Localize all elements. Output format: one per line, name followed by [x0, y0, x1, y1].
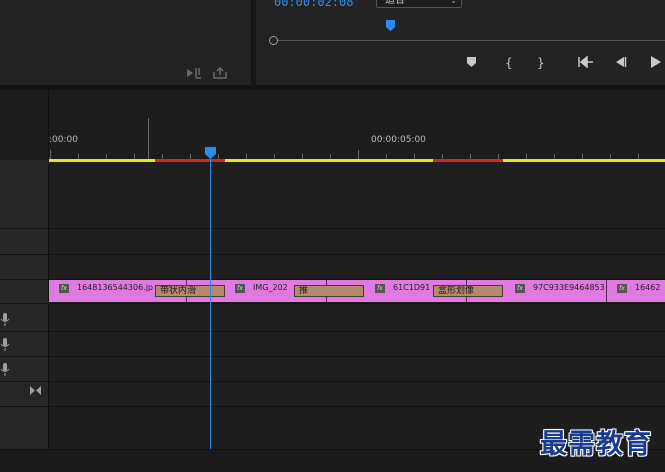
track-v3[interactable]	[49, 162, 665, 228]
time-ruler[interactable]	[48, 90, 665, 160]
marker-icon[interactable]	[466, 56, 477, 68]
program-timecode[interactable]: 00:00:02:08	[274, 0, 353, 9]
ruler-tick	[50, 150, 51, 159]
master-track-icon[interactable]	[30, 386, 41, 395]
transition-push[interactable]: 推	[294, 285, 364, 297]
microphone-icon[interactable]	[0, 313, 10, 326]
panel-edge-line	[148, 118, 149, 160]
zoom-fit-value: 适合	[385, 0, 405, 6]
fx-icon: fx	[235, 284, 245, 293]
step-back-icon[interactable]	[613, 56, 627, 68]
ruler-label-start: :00:00	[49, 135, 78, 145]
fx-icon: fx	[617, 284, 627, 293]
playhead-line[interactable]	[210, 155, 211, 449]
monitor-playhead-icon[interactable]	[386, 20, 395, 31]
program-monitor-panel	[256, 0, 665, 85]
track-divider	[0, 406, 665, 407]
fx-icon: fx	[515, 284, 525, 293]
microphone-icon[interactable]	[0, 338, 10, 351]
track-v1-gap[interactable]	[49, 255, 665, 279]
insert-icon[interactable]	[186, 67, 202, 79]
transition-iris-box[interactable]: 盒形划像	[433, 285, 503, 297]
playhead-icon[interactable]	[205, 147, 216, 159]
chevron-down-icon: ⌄	[450, 0, 457, 5]
clip-name: 61C1D91	[393, 283, 431, 292]
go-to-in-icon[interactable]	[578, 56, 594, 68]
zoom-handle[interactable]	[269, 36, 278, 45]
clip-name: 97C933E9464853	[533, 283, 605, 292]
clip-name: IMG_202	[253, 283, 288, 292]
mark-out-icon[interactable]: }	[537, 56, 545, 70]
microphone-icon[interactable]	[0, 363, 10, 376]
ruler-tick	[358, 150, 359, 159]
play-icon[interactable]	[650, 56, 662, 68]
track-a3[interactable]	[49, 357, 665, 381]
monitor-scrub-bar[interactable]	[272, 40, 665, 41]
fx-icon: fx	[375, 284, 385, 293]
fx-icon: fx	[59, 284, 69, 293]
track-a1[interactable]	[49, 304, 665, 331]
zoom-fit-select[interactable]: 适合 ⌄	[376, 0, 462, 8]
track-v2[interactable]	[49, 229, 665, 254]
track-master[interactable]	[49, 382, 665, 406]
track-header-separator	[48, 90, 49, 450]
video-clip[interactable]: fx 16462	[607, 280, 665, 302]
ruler-label-5s: 00:00:05:00	[371, 135, 426, 145]
transition-band-slide[interactable]: 带状内滑	[155, 285, 225, 297]
clip-name: 1648136544306.jp	[77, 283, 154, 292]
timeline-header-gap	[0, 90, 48, 160]
mark-in-icon[interactable]: {	[505, 56, 513, 70]
track-a2[interactable]	[49, 332, 665, 356]
export-frame-icon[interactable]	[212, 67, 228, 79]
clip-name: 16462	[635, 283, 661, 292]
panel-divider-vertical[interactable]	[251, 0, 256, 88]
watermark-logo: 最需教育	[540, 429, 652, 460]
